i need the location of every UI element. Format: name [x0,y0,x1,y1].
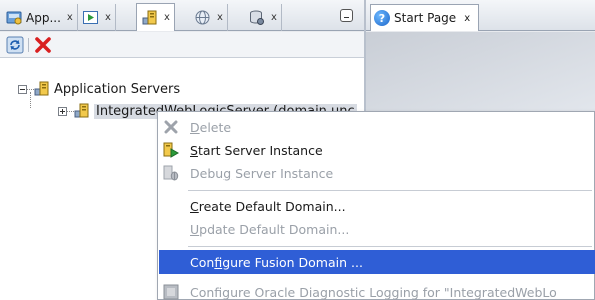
close-icon[interactable]: x [105,12,111,23]
menu-item-update-default-domain[interactable]: Update Default Domain... [159,217,595,241]
tab-label: App... [26,10,61,25]
server-icon [142,10,157,25]
applications-icon [6,11,22,25]
delete-icon [164,120,178,134]
menu-item-create-default-domain[interactable]: Create Default Domain... [159,194,595,218]
menu-item-configure-fusion-domain[interactable]: Configure Fusion Domain ... [159,250,595,274]
logging-icon [163,284,179,300]
tab-start-page[interactable]: ? Start Page x [370,4,480,31]
tab-database[interactable]: x [244,4,282,31]
menu-label: Create Default Domain... [190,198,346,214]
tab-label: Start Page [394,11,457,25]
tree-connector [30,92,31,108]
menu-label: Start Server Instance [190,142,323,158]
tree-label: Application Servers [54,81,181,97]
tab-resources[interactable]: x [190,4,228,31]
debug-server-icon [163,165,179,181]
menu-label: Configure Oracle Diagnostic Logging for … [190,284,557,300]
close-icon[interactable]: x [164,12,170,23]
expand-icon[interactable] [58,106,67,116]
run-manager-icon [83,11,98,24]
server-icon [74,103,89,118]
menu-item-delete[interactable]: Delete [159,115,595,139]
menu-separator [188,246,592,247]
navigator-tab-strip: App... x x x x x [0,0,364,31]
menu-label: Configure Fusion Domain ... [190,254,363,270]
start-server-icon [163,142,179,158]
close-icon[interactable]: x [217,12,223,23]
editor-tab-strip: ? Start Page x [366,0,595,31]
close-icon[interactable]: x [464,13,470,24]
context-menu: Delete Start Server Instance Debug Serve… [157,111,595,300]
panel-toolbar [0,32,364,58]
globe-icon [195,10,210,25]
close-icon[interactable]: x [271,12,277,23]
help-icon: ? [374,10,390,26]
menu-separator [188,190,592,191]
menu-item-start-server[interactable]: Start Server Instance [159,138,595,162]
menu-label: Delete [190,119,232,135]
server-icon [34,81,49,96]
collapse-icon[interactable] [18,84,27,94]
database-icon [250,10,264,25]
tree-connector [27,88,34,90]
menu-label: Update Default Domain... [190,221,350,237]
tree-node-application-servers[interactable]: Application Servers [18,80,180,98]
minimize-button[interactable] [340,9,353,22]
menu-item-configure-odl[interactable]: Configure Oracle Diagnostic Logging for … [159,280,595,300]
toolbar-separator [28,38,29,52]
close-icon[interactable]: x [67,12,73,23]
refresh-icon[interactable] [6,36,24,54]
menu-label: Debug Server Instance [190,165,334,181]
tab-applications[interactable]: App... x [2,4,78,31]
tree-connector [67,110,74,112]
delete-icon[interactable] [33,35,53,55]
menu-item-debug-server[interactable]: Debug Server Instance [159,161,595,185]
tab-application-servers[interactable]: x [136,3,175,31]
tab-run-manager[interactable]: x [78,4,116,31]
